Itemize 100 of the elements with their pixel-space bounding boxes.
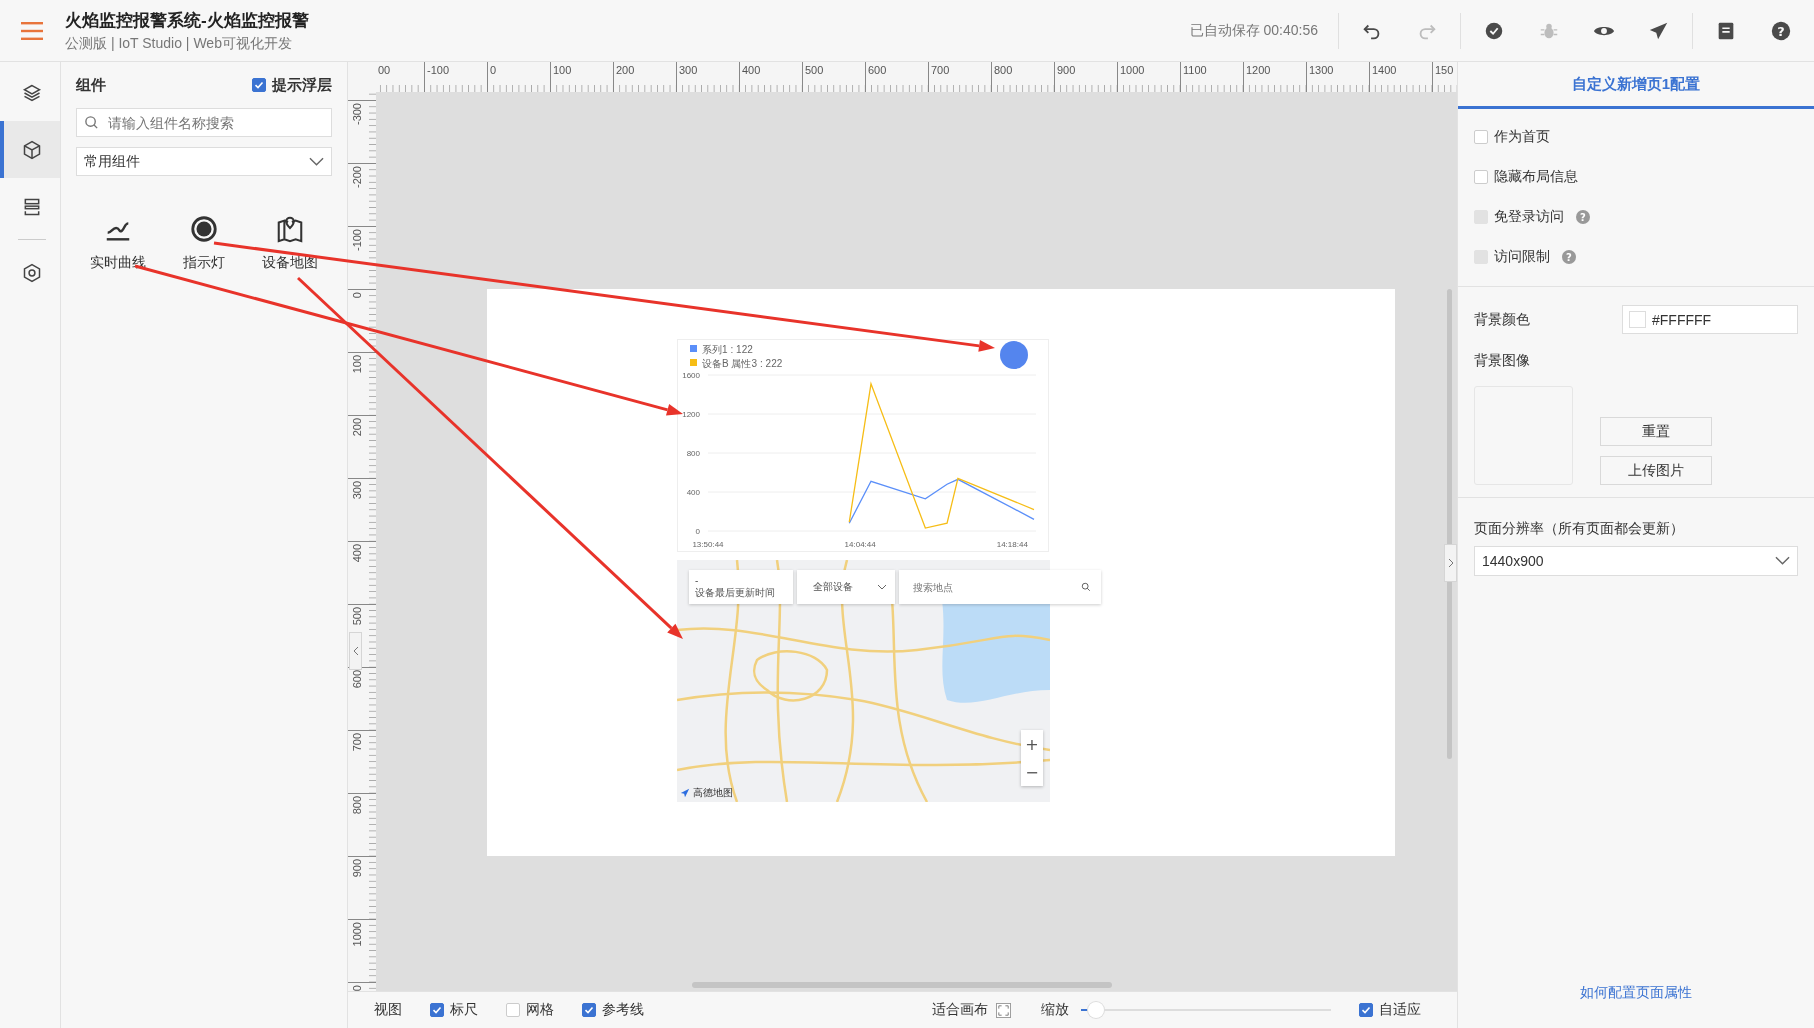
component-label: 指示灯: [183, 254, 225, 272]
ruler-label: 900: [351, 859, 363, 878]
checkbox-label[interactable]: 标尺: [450, 1001, 478, 1019]
ruler-label: 600: [868, 64, 887, 76]
ruler-label: 800: [351, 796, 363, 815]
ruler-label: -100: [427, 64, 450, 76]
app-subtitle: 公测版 | IoT Studio | Web可视化开发: [65, 34, 293, 53]
search-icon: [84, 115, 99, 130]
ruler-label: 400: [351, 544, 363, 563]
ruler-label: 100: [351, 355, 363, 374]
chevron-down-icon: [309, 156, 324, 167]
checkbox[interactable]: [1474, 170, 1488, 184]
ruler-label: 500: [351, 607, 363, 626]
vertical-scrollbar[interactable]: [1447, 289, 1452, 759]
place-search-field[interactable]: 搜索地点: [899, 570, 1101, 604]
axis-label: 13:50:44: [692, 540, 724, 549]
cube-icon: [22, 139, 42, 160]
checkbox[interactable]: [1359, 1003, 1373, 1017]
ruler-label: 0: [490, 64, 497, 76]
legend-label: 设备B 属性3 : 222: [702, 358, 783, 369]
indicator-light-icon[interactable]: [189, 214, 219, 244]
ruler-label: 200: [351, 418, 363, 437]
checkbox-label[interactable]: 自适应: [1379, 1001, 1421, 1019]
ruler-label: 900: [1057, 64, 1076, 76]
reset-button[interactable]: 重置: [1600, 417, 1712, 446]
ruler-label: 700: [351, 733, 363, 752]
ruler-label: 700: [931, 64, 950, 76]
background-color-label: 背景颜色: [1474, 310, 1530, 329]
resolution-dropdown[interactable]: 1440x900: [1474, 546, 1798, 576]
layout-icon: [22, 196, 42, 217]
color-swatch[interactable]: [1629, 311, 1646, 328]
ruler-label: 0: [351, 292, 363, 299]
map-attribution: 高德地图: [693, 786, 733, 800]
help-icon[interactable]: ?: [1770, 19, 1792, 42]
chevron-right-icon: [1447, 558, 1454, 568]
zoom-label: 缩放: [1041, 1001, 1069, 1019]
line-chart-widget[interactable]: 系列1 : 122 设备B 属性3 : 222 0 400 800 1200 1600 13:50:44 14:04:44 14:18:44: [677, 339, 1049, 552]
checkbox-label[interactable]: 提示浮层: [272, 75, 332, 95]
update-time-value: -: [695, 575, 700, 587]
checkmark-icon: [583, 1004, 595, 1016]
ruler-label: 600: [351, 670, 363, 689]
app-title: 火焰监控报警系统-火焰监控报警: [65, 9, 309, 32]
ruler-label: 800: [994, 64, 1013, 76]
fit-canvas-label[interactable]: 适合画布: [932, 1001, 988, 1019]
horizontal-scrollbar[interactable]: [692, 982, 1112, 988]
zoom-out-button[interactable]: −: [1021, 758, 1043, 786]
ruler-label: 200: [616, 64, 635, 76]
axis-label: 1600: [682, 371, 700, 380]
checkbox-label[interactable]: 参考线: [602, 1001, 644, 1019]
config-tab[interactable]: 自定义新增页1配置: [1458, 62, 1814, 109]
ruler-label: 0: [351, 985, 363, 991]
fit-screen-icon[interactable]: [996, 1002, 1011, 1018]
chevron-left-icon: [352, 646, 359, 656]
panel-title: 组件: [76, 75, 106, 95]
ruler-label: 500: [805, 64, 824, 76]
checkbox[interactable]: [430, 1003, 444, 1017]
ruler-label: 150: [1435, 64, 1454, 76]
menu-icon[interactable]: [21, 21, 43, 40]
ruler-label: 300: [351, 481, 363, 500]
layers-icon: [22, 82, 42, 103]
checkmark-icon: [431, 1004, 443, 1016]
component-search-field[interactable]: 请输入组件名称搜索: [76, 108, 332, 137]
color-field[interactable]: #FFFFFF: [1622, 305, 1798, 334]
sidebar-tab[interactable]: [0, 121, 60, 178]
ruler-label: 1400: [1372, 64, 1397, 76]
update-time-label: 设备最后更新时间: [695, 587, 776, 599]
checkmark-icon: [253, 79, 265, 91]
chevron-down-icon: [877, 582, 887, 592]
navigation-arrow-icon: [680, 788, 690, 798]
checkbox[interactable]: [1474, 130, 1488, 144]
checkmark-icon: [1360, 1004, 1372, 1016]
upload-image-button[interactable]: 上传图片: [1600, 456, 1712, 485]
ruler-label: 1000: [1120, 64, 1145, 76]
map-pin-icon[interactable]: [275, 214, 305, 244]
checkbox[interactable]: [506, 1003, 520, 1017]
checkbox-label[interactable]: 隐藏布局信息: [1494, 168, 1578, 186]
zoom-slider[interactable]: [1081, 1002, 1331, 1018]
ruler-label: -200: [351, 166, 363, 189]
ruler-label: 00: [378, 64, 391, 76]
legend-marker: [690, 359, 697, 366]
zoom-in-button[interactable]: +: [1021, 730, 1043, 758]
checkbox[interactable]: [582, 1003, 596, 1017]
ruler-label: 1100: [1183, 64, 1207, 76]
ruler-label: 1300: [1309, 64, 1334, 76]
device-filter-dropdown[interactable]: 全部设备: [797, 570, 895, 604]
search-icon[interactable]: [1081, 582, 1091, 592]
checkbox[interactable]: [252, 78, 266, 92]
ruler-label: -100: [351, 229, 363, 252]
category-dropdown[interactable]: 常用组件: [76, 147, 332, 176]
autosave-status: 已自动保存 00:40:56: [1189, 21, 1318, 40]
checkbox-label[interactable]: 作为首页: [1494, 128, 1550, 146]
help-link[interactable]: 如何配置页面属性: [1458, 984, 1814, 1028]
ruler-label: 1000: [351, 922, 363, 947]
ruler-label: 300: [679, 64, 698, 76]
axis-label: 400: [686, 488, 700, 497]
chevron-down-icon: [1775, 556, 1790, 566]
background-image-label: 背景图像: [1474, 352, 1531, 370]
axis-label: 1200: [682, 410, 700, 419]
legend-label: 系列1 : 122: [702, 344, 753, 355]
checkbox-label[interactable]: 网格: [526, 1001, 554, 1019]
